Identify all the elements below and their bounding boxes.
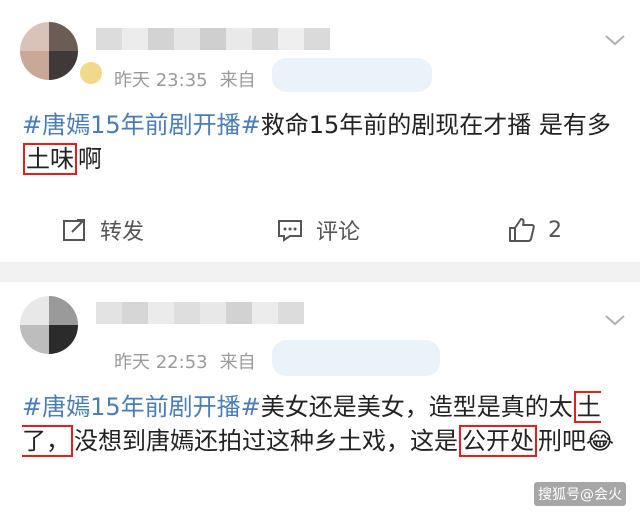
watermark: 搜狐号@会火	[534, 482, 626, 506]
repost-button[interactable]: 转发	[62, 210, 144, 250]
comment-icon	[278, 220, 302, 242]
hashtag-link[interactable]: #唐嫣15年前剧开播#	[22, 393, 261, 421]
post-content: #唐嫣15年前剧开播#美女还是美女，造型是真的太 土了， 没想到唐嫣还拍过这种乡土戏…	[22, 390, 622, 458]
laughing-emoji: 😂	[586, 427, 615, 455]
post-text-end: 刑吧	[538, 427, 586, 455]
post-text: 美女还是美女，造型是真的太	[260, 393, 573, 421]
comment-label: 评论	[316, 220, 361, 245]
post-meta: 昨天 22:53 来自	[114, 348, 256, 374]
weibo-post: 昨天 23:35 来自 #唐嫣15年前剧开播#救命15年前的剧现在才播 是有多土味…	[0, 0, 640, 262]
post-source: 来自	[219, 352, 256, 373]
like-count: 2	[548, 217, 562, 243]
like-button[interactable]: 2	[508, 210, 562, 250]
source-blurred	[272, 58, 432, 92]
post-content: #唐嫣15年前剧开播#救命15年前的剧现在才播 是有多土味啊	[22, 108, 622, 176]
post-time: 昨天 23:35	[114, 70, 208, 91]
highlight-box: 土味	[23, 143, 77, 175]
post-text-end: 啊	[78, 145, 102, 173]
username-blurred[interactable]	[96, 28, 330, 50]
hashtag-link[interactable]: #唐嫣15年前剧开播#	[22, 111, 261, 139]
post-actions: 转发 评论 2	[0, 210, 640, 250]
avatar[interactable]	[20, 296, 78, 354]
post-meta: 昨天 23:35 来自	[114, 66, 256, 92]
repost-icon	[63, 219, 85, 241]
chevron-down-icon[interactable]	[604, 32, 625, 48]
post-source: 来自	[219, 70, 256, 91]
badge-blurred	[80, 62, 102, 84]
highlight-box: 公开处	[459, 425, 537, 457]
comment-button[interactable]: 评论	[276, 210, 360, 250]
username-blurred[interactable]	[96, 302, 304, 324]
repost-label: 转发	[100, 220, 145, 245]
source-blurred	[272, 340, 440, 376]
like-icon	[509, 218, 535, 242]
chevron-down-icon[interactable]	[604, 312, 625, 328]
post-text-mid: 没想到唐嫣还拍过这种乡土戏，这是	[74, 427, 458, 455]
post-time: 昨天 22:53	[114, 352, 208, 373]
weibo-post: 昨天 22:53 来自 #唐嫣15年前剧开播#美女还是美女，造型是真的太 土了， 没想…	[0, 282, 640, 516]
post-text: 救命15年前的剧现在才播 是有多	[260, 111, 611, 139]
avatar[interactable]	[20, 22, 78, 80]
post-divider	[0, 262, 640, 282]
